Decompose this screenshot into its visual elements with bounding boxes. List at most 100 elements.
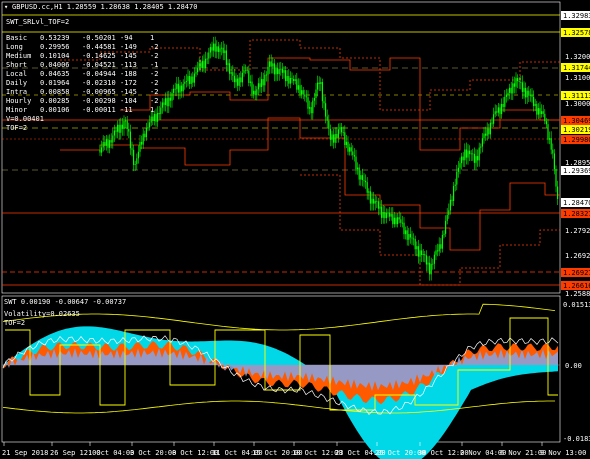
candle-body (225, 50, 227, 65)
candle-body (179, 85, 181, 93)
candle-body (533, 96, 535, 106)
table-cell-v3: -145 (120, 52, 137, 60)
candle-body (549, 138, 551, 140)
table-cell-v1: 0.10104 (40, 52, 70, 60)
candle-body (313, 98, 315, 101)
candle-body (475, 156, 477, 163)
candle-body (245, 69, 247, 71)
candle-body (361, 175, 363, 181)
candle-body (216, 46, 218, 52)
candle-body (117, 124, 119, 132)
candle-body (502, 103, 504, 107)
candle-body (224, 50, 226, 54)
table-cell-v2: -0.14625 (82, 52, 116, 60)
price-tag-9: 1.28327 (563, 210, 590, 218)
candle-body (411, 237, 413, 239)
candle-body (283, 70, 285, 73)
candle-body (497, 107, 499, 113)
candle-body (125, 120, 127, 122)
symbol-icon: ▾ (4, 3, 8, 11)
candle-body (526, 90, 528, 98)
candle-body (392, 214, 394, 225)
price-tag-7: 1.29369 (563, 167, 590, 175)
candle-body (214, 43, 216, 52)
candle-body (181, 85, 183, 92)
candle-body (219, 48, 221, 52)
time-tick-label: 21 Sep 2018 (2, 449, 48, 457)
price-tag-5: 1.30219 (563, 126, 590, 134)
table-cell-v3: -11 (120, 106, 133, 114)
candle-body (315, 89, 317, 99)
candle-body (317, 82, 319, 90)
table-cell-v2: -0.02310 (82, 79, 116, 87)
candle-body (537, 108, 539, 115)
candle-body (297, 85, 299, 90)
candle-body (334, 134, 336, 143)
candle-body (427, 262, 429, 265)
candle-body (478, 147, 480, 161)
symbol-header: GBPUSD.cc,H1 1.28559 1.28638 1.28405 1.2… (12, 3, 197, 11)
candle-body (369, 191, 371, 204)
candle-body (417, 246, 419, 257)
trading-chart[interactable]: 1.32000 1.31000 1.30000 1.28950 1.27920 … (0, 0, 590, 459)
candle-body (155, 113, 157, 122)
table-cell-v3: -104 (120, 97, 137, 105)
candle-body (277, 68, 279, 75)
candle-body (110, 140, 112, 143)
candle-body (457, 167, 459, 172)
candle-body (197, 68, 199, 73)
tof-line-label: TOF=2 (6, 124, 27, 132)
candle-body (416, 246, 418, 250)
table-cell-v3: -172 (120, 79, 137, 87)
table-cell-v3: -149 (120, 43, 137, 51)
table-cell-v4: -2 (150, 97, 158, 105)
candle-body (189, 76, 191, 84)
candle-body (376, 200, 378, 202)
candle-body (312, 100, 314, 114)
sub-tof-label: TOF=2 (4, 319, 25, 327)
candle-body (389, 212, 391, 217)
candle-body (464, 149, 466, 161)
candle-body (201, 60, 203, 68)
candle-body (373, 198, 375, 204)
candle-body (144, 133, 146, 138)
table-cell-v4: -2 (150, 70, 158, 78)
candle-body (161, 102, 163, 108)
candle-body (443, 233, 445, 235)
candle-body (237, 78, 239, 86)
candle-body (275, 68, 277, 75)
candle-body (261, 79, 263, 88)
candle-body (437, 250, 439, 252)
candle-body (128, 128, 130, 132)
candle-body (299, 85, 301, 95)
candle-body (341, 127, 343, 133)
candle-body (329, 128, 331, 140)
candle-body (483, 133, 485, 139)
candle-body (227, 63, 229, 65)
table-cell-name: Minor (6, 106, 27, 114)
candle-body (169, 97, 171, 101)
table-cell-v4: 1 (150, 34, 154, 42)
candle-body (440, 244, 442, 249)
candle-body (262, 79, 264, 86)
candle-body (137, 151, 139, 159)
candle-body (461, 156, 463, 164)
candle-body (531, 94, 533, 97)
candle-body (469, 150, 471, 155)
price-tick-6: 1.25880 (565, 290, 590, 298)
candle-body (302, 90, 304, 95)
price-tag-3: 1.31113 (563, 92, 590, 100)
candle-body (160, 107, 162, 115)
candle-body (273, 63, 275, 75)
candle-body (405, 230, 407, 235)
table-cell-v1: 0.00285 (40, 97, 70, 105)
table-cell-v2: -0.50201 (82, 34, 116, 42)
candle-body (115, 130, 117, 132)
candle-body (481, 138, 483, 147)
candle-body (529, 94, 531, 96)
candle-body (494, 111, 496, 115)
candle-body (515, 77, 517, 87)
table-cell-v2: -0.00011 (82, 106, 116, 114)
candle-body (419, 250, 421, 257)
candle-body (192, 76, 194, 83)
